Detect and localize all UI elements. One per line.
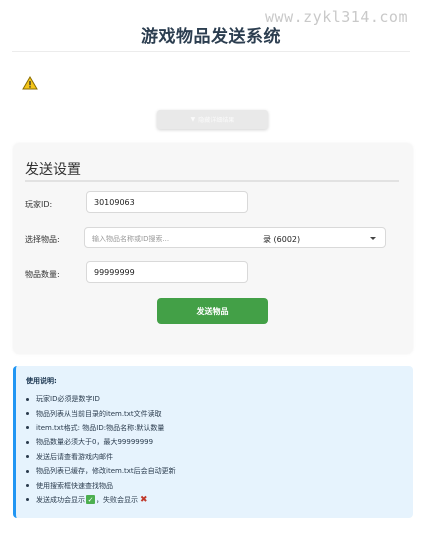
list-item: 物品列表已缓存，修改item.txt后会自动更新 [26, 464, 176, 478]
chevron-down-icon: ▼ [190, 116, 196, 123]
instructions-title: 使用说明: [26, 377, 57, 385]
list-item: 玩家ID必须是数字ID [26, 392, 176, 406]
quantity-label: 物品数量: [25, 270, 60, 279]
instructions-panel: 使用说明: 玩家ID必须是数字ID 物品列表从当前目录的item.txt文件读取… [13, 366, 413, 518]
list-item: 使用搜索框快速查找物品 [26, 478, 176, 492]
site-watermark: www.zykl314.com [265, 8, 408, 26]
item-select-label: 选择物品: [25, 235, 60, 244]
item-search-input[interactable]: 输入物品名称或ID搜索... [88, 231, 253, 246]
toggle-details-button[interactable]: ▼ 隐藏详细结果 [157, 110, 268, 129]
selected-item: 录 (6002) [263, 235, 301, 244]
caret-down-icon [370, 237, 376, 240]
toggle-details-label: 隐藏详细结果 [198, 117, 235, 124]
list-item: 发送后请查看游戏内邮件 [26, 450, 176, 464]
player-id-input[interactable]: 30109063 [86, 191, 248, 213]
instructions-list: 玩家ID必须是数字ID 物品列表从当前目录的item.txt文件读取 item.… [26, 392, 176, 507]
cross-mark-icon: ✖ [140, 494, 148, 505]
send-item-button[interactable]: 发送物品 [157, 298, 268, 324]
check-mark-icon: ✓ [86, 495, 95, 505]
list-item: 物品数量必须大于0，最大99999999 [26, 435, 176, 449]
divider [25, 180, 399, 182]
warning-icon [22, 76, 38, 90]
page-header: 游戏物品发送系统 www.zykl314.com [12, 0, 410, 52]
item-select[interactable]: 输入物品名称或ID搜索... 录 (6002) [84, 227, 386, 248]
list-item: 物品列表从当前目录的item.txt文件读取 [26, 406, 176, 420]
send-settings-panel: 发送设置 玩家ID: 30109063 选择物品: 输入物品名称或ID搜索...… [13, 143, 413, 354]
player-id-label: 玩家ID: [25, 200, 53, 209]
list-item: 发送成功会显示 ✓ ，失败会显示 ✖ [26, 493, 176, 507]
send-settings-title: 发送设置 [25, 162, 81, 178]
quantity-input[interactable]: 99999999 [86, 261, 248, 283]
list-item: item.txt格式: 物品ID:物品名称:默认数量 [26, 421, 176, 435]
